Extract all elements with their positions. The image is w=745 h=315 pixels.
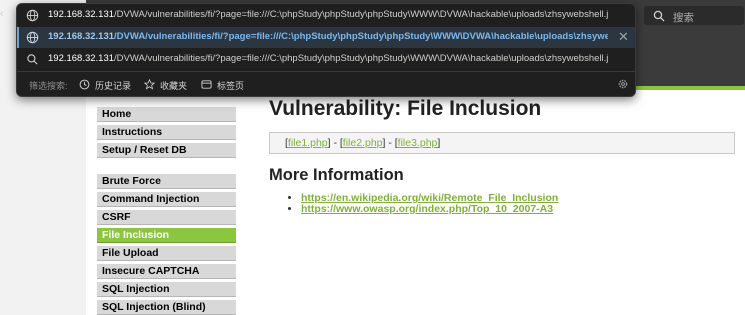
url-path: /DVWA/vulnerabilities/fi/?page=file:///C… [114,9,608,20]
search-icon [27,54,38,65]
gear-icon[interactable] [617,78,629,90]
dvwa-sidebar-menu: Home Instructions Setup / Reset DB Brute… [97,107,236,315]
menu-item-sql-injection-blind[interactable]: SQL Injection (Blind) [97,300,236,315]
list-item: https://www.owasp.org/index.php/Top_10_2… [301,204,739,215]
suggestion-url-text: 192.168.32.131/DVWA/vulnerabilities/fi/?… [48,31,608,42]
browser-search-box[interactable]: 搜索 [643,5,745,26]
history-icon [79,79,90,90]
bracket-text: ] [437,137,441,149]
address-bar[interactable]: 192.168.32.131/DVWA/vulnerabilities/fi/?… [17,5,635,26]
globe-icon [26,31,39,44]
tab-icon [201,80,212,89]
menu-item-csrf[interactable]: CSRF [97,210,236,225]
url-path: /DVWA/vulnerabilities/fi/?page=file:///C… [114,31,608,42]
suggestion-item-highlighted[interactable]: 192.168.32.131/DVWA/vulnerabilities/fi/?… [17,27,635,48]
menu-item-sql-injection[interactable]: SQL Injection [97,282,236,297]
url-host: 192.168.32.131 [48,31,115,42]
globe-icon [26,9,39,22]
url-host: 192.168.32.131 [48,53,115,64]
dvwa-main-content: Vulnerability: File Inclusion [file1.php… [269,97,739,215]
selection-indicator [17,27,19,48]
menu-spacer [97,161,236,174]
menu-item-command-injection[interactable]: Command Injection [97,192,236,207]
menu-item-instructions[interactable]: Instructions [97,125,236,140]
suggestion-item[interactable]: 192.168.32.131/DVWA/vulnerabilities/fi/?… [17,49,635,70]
menu-item-file-upload[interactable]: File Upload [97,246,236,261]
page-title: Vulnerability: File Inclusion [269,97,542,120]
filter-search-label: 筛选搜索: [29,81,68,91]
favorites-label: 收藏夹 [160,81,188,91]
file-links-box: [file1.php] - [file2.php] - [file3.php] [269,132,735,154]
dropdown-divider [17,71,635,72]
separator-text: ] - [ [382,137,398,149]
remove-suggestion-icon[interactable]: ✕ [618,30,629,44]
address-url-text[interactable]: 192.168.32.131/DVWA/vulnerabilities/fi/?… [48,9,608,20]
file3-link[interactable]: file3.php [398,137,438,149]
search-icon [653,10,665,22]
menu-item-setup-reset-db[interactable]: Setup / Reset DB [97,143,236,158]
file1-link[interactable]: file1.php [288,137,328,149]
more-information-heading: More Information [269,166,404,184]
menu-item-home[interactable]: Home [97,107,236,122]
menu-item-brute-force[interactable]: Brute Force [97,174,236,189]
menu-item-file-inclusion[interactable]: File Inclusion [97,228,236,243]
search-placeholder: 搜索 [673,12,694,24]
file2-link[interactable]: file2.php [343,137,383,149]
separator-text: ] - [ [327,137,343,149]
search-filter-row: 筛选搜索: 历史记录 收藏夹 标签页 [17,73,635,96]
reference-links-list: https://en.wikipedia.org/wiki/Remote_Fil… [269,193,739,215]
suggestion-url-text: 192.168.32.131/DVWA/vulnerabilities/fi/?… [48,53,608,64]
url-host: 192.168.32.131 [48,9,115,20]
owasp-top10-link[interactable]: https://www.owasp.org/index.php/Top_10_2… [301,203,553,215]
address-bar-dropdown: 192.168.32.131/DVWA/vulnerabilities/fi/?… [16,3,636,97]
history-label: 历史记录 [95,81,132,91]
back-arrow-icon[interactable]: ‹ [0,8,8,22]
menu-item-insecure-captcha[interactable]: Insecure CAPTCHA [97,264,236,279]
tabs-label: 标签页 [217,81,245,91]
url-path: /DVWA/vulnerabilities/fi/?page=file:///C… [114,53,608,64]
star-icon [144,79,155,90]
